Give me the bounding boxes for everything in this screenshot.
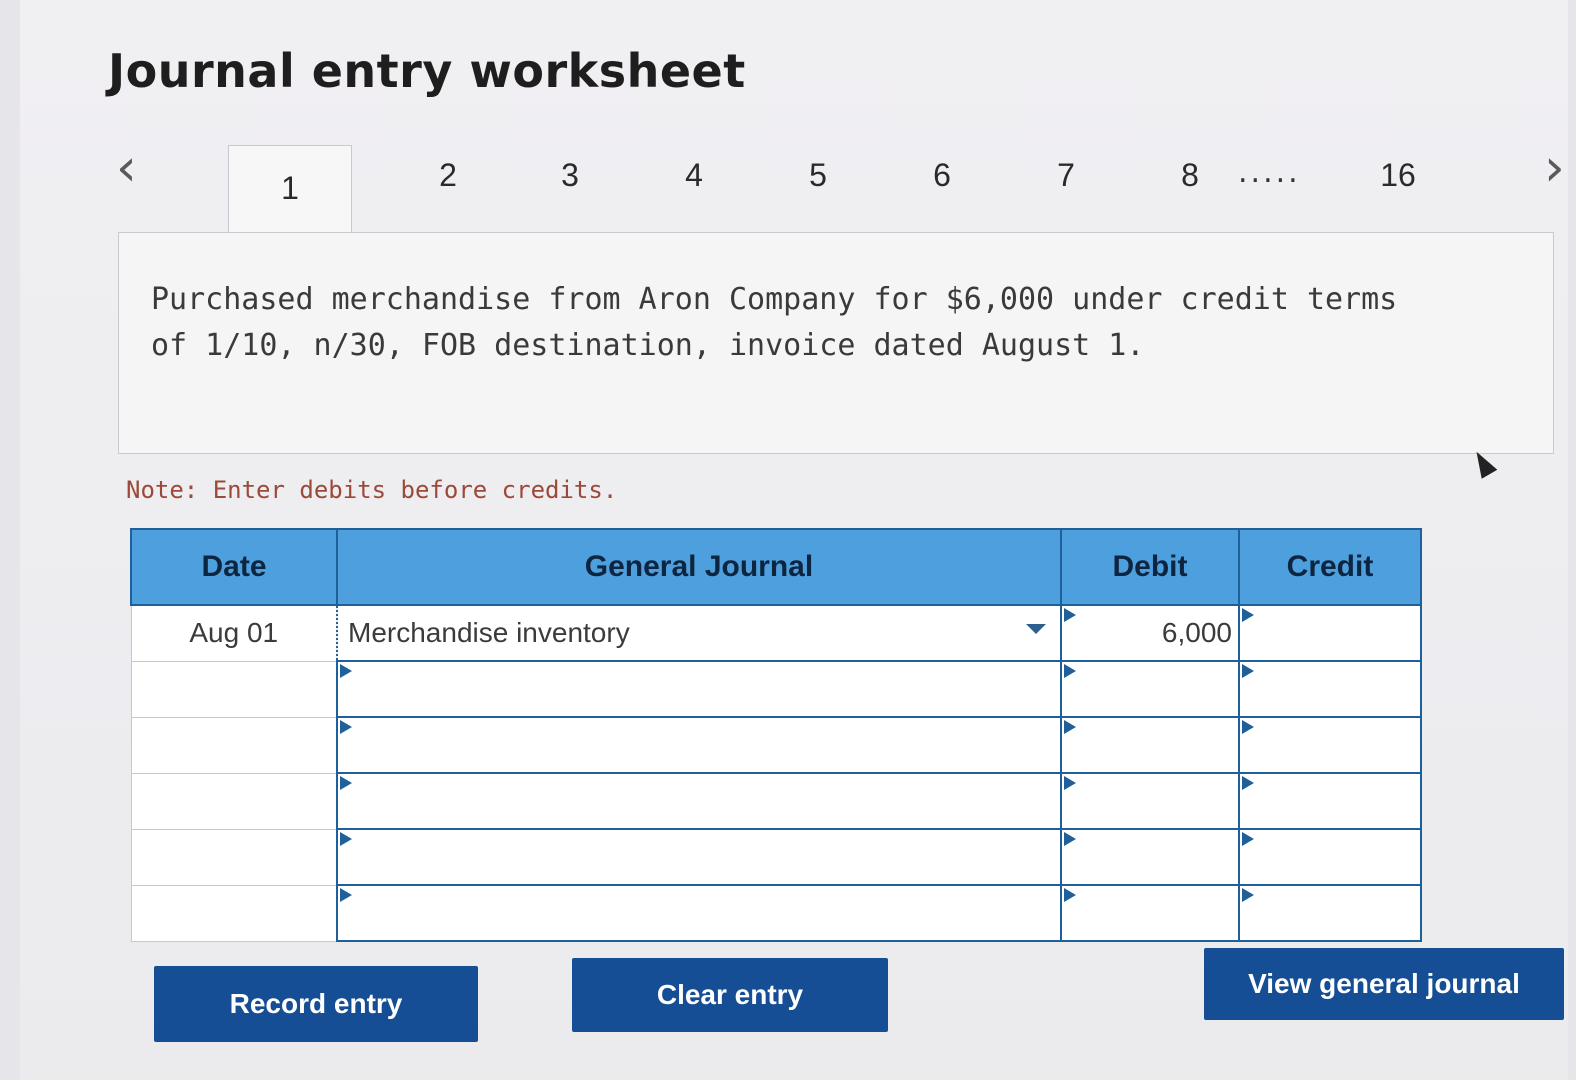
- table-row: [130, 716, 1422, 774]
- account-select[interactable]: [336, 660, 1062, 718]
- tab-2[interactable]: 2: [418, 157, 478, 194]
- tab-5[interactable]: 5: [788, 157, 848, 194]
- debit-input[interactable]: [1060, 716, 1240, 774]
- cell-marker-icon: [1242, 888, 1254, 902]
- table-row: Aug 01 Merchandise inventory 6,000: [130, 604, 1422, 662]
- cell-marker-icon: [340, 832, 352, 846]
- cell-marker-icon: [1242, 720, 1254, 734]
- debit-input[interactable]: 6,000: [1060, 604, 1240, 662]
- debit-input[interactable]: [1060, 772, 1240, 830]
- cell-marker-icon: [1242, 832, 1254, 846]
- credit-input[interactable]: [1238, 660, 1422, 718]
- table-row: [130, 828, 1422, 886]
- tab-16[interactable]: 16: [1368, 157, 1428, 194]
- chevron-left-icon[interactable]: ‹: [116, 142, 137, 194]
- account-select[interactable]: Merchandise inventory: [336, 604, 1062, 662]
- entry-note: Note: Enter debits before credits.: [126, 476, 618, 504]
- cell-marker-icon: [340, 888, 352, 902]
- cell-marker-icon: [1064, 776, 1076, 790]
- entry-tabs: 1 2 3 4 5 6 7 8 ..... 16: [228, 145, 1416, 245]
- cell-marker-icon: [340, 720, 352, 734]
- cell-marker-icon: [1064, 664, 1076, 678]
- tab-7[interactable]: 7: [1036, 157, 1096, 194]
- cell-marker-icon: [340, 664, 352, 678]
- date-cell: [130, 772, 338, 830]
- cell-marker-icon: [1242, 776, 1254, 790]
- cell-marker-icon: [340, 776, 352, 790]
- debit-input[interactable]: [1060, 660, 1240, 718]
- table-row: [130, 660, 1422, 718]
- header-general-journal: General Journal: [336, 528, 1062, 606]
- worksheet-page: Journal entry worksheet ‹ 1 2 3 4 5 6 7 …: [20, 0, 1568, 1080]
- debit-input[interactable]: [1060, 884, 1240, 942]
- tab-6[interactable]: 6: [912, 157, 972, 194]
- clear-entry-button[interactable]: Clear entry: [572, 958, 888, 1032]
- transaction-description-box: Purchased merchandise from Aron Company …: [118, 232, 1554, 454]
- cell-marker-icon: [1242, 664, 1254, 678]
- account-select[interactable]: [336, 884, 1062, 942]
- account-select[interactable]: [336, 716, 1062, 774]
- page-title: Journal entry worksheet: [108, 44, 746, 98]
- date-cell: [130, 884, 338, 942]
- tab-1[interactable]: 1: [228, 145, 352, 245]
- credit-input[interactable]: [1238, 716, 1422, 774]
- cell-marker-icon: [1242, 608, 1254, 622]
- date-cell: [130, 660, 338, 718]
- cell-marker-icon: [1064, 608, 1076, 622]
- transaction-description: Purchased merchandise from Aron Company …: [151, 282, 1398, 363]
- header-debit: Debit: [1060, 528, 1240, 606]
- chevron-right-icon[interactable]: ›: [1544, 142, 1565, 194]
- dropdown-arrow-icon[interactable]: [1026, 624, 1046, 634]
- tab-3[interactable]: 3: [540, 157, 600, 194]
- date-cell: Aug 01: [130, 604, 338, 662]
- header-date: Date: [130, 528, 338, 606]
- credit-input[interactable]: [1238, 828, 1422, 886]
- debit-value: 6,000: [1161, 617, 1232, 648]
- record-entry-button[interactable]: Record entry: [154, 966, 478, 1042]
- account-value: Merchandise inventory: [348, 617, 630, 648]
- credit-input[interactable]: [1238, 772, 1422, 830]
- tab-8[interactable]: 8: [1160, 157, 1220, 194]
- debit-input[interactable]: [1060, 828, 1240, 886]
- date-cell: [130, 716, 338, 774]
- credit-input[interactable]: [1238, 604, 1422, 662]
- credit-input[interactable]: [1238, 884, 1422, 942]
- account-select[interactable]: [336, 772, 1062, 830]
- cell-marker-icon: [1064, 832, 1076, 846]
- journal-entry-table: Date General Journal Debit Credit Aug 01…: [130, 528, 1422, 942]
- table-row: [130, 884, 1422, 942]
- table-row: [130, 772, 1422, 830]
- header-credit: Credit: [1238, 528, 1422, 606]
- view-general-journal-button[interactable]: View general journal: [1204, 948, 1564, 1020]
- tab-4[interactable]: 4: [664, 157, 724, 194]
- cell-marker-icon: [1064, 888, 1076, 902]
- cell-marker-icon: [1064, 720, 1076, 734]
- tab-ellipsis: .....: [1238, 155, 1301, 190]
- account-select[interactable]: [336, 828, 1062, 886]
- date-cell: [130, 828, 338, 886]
